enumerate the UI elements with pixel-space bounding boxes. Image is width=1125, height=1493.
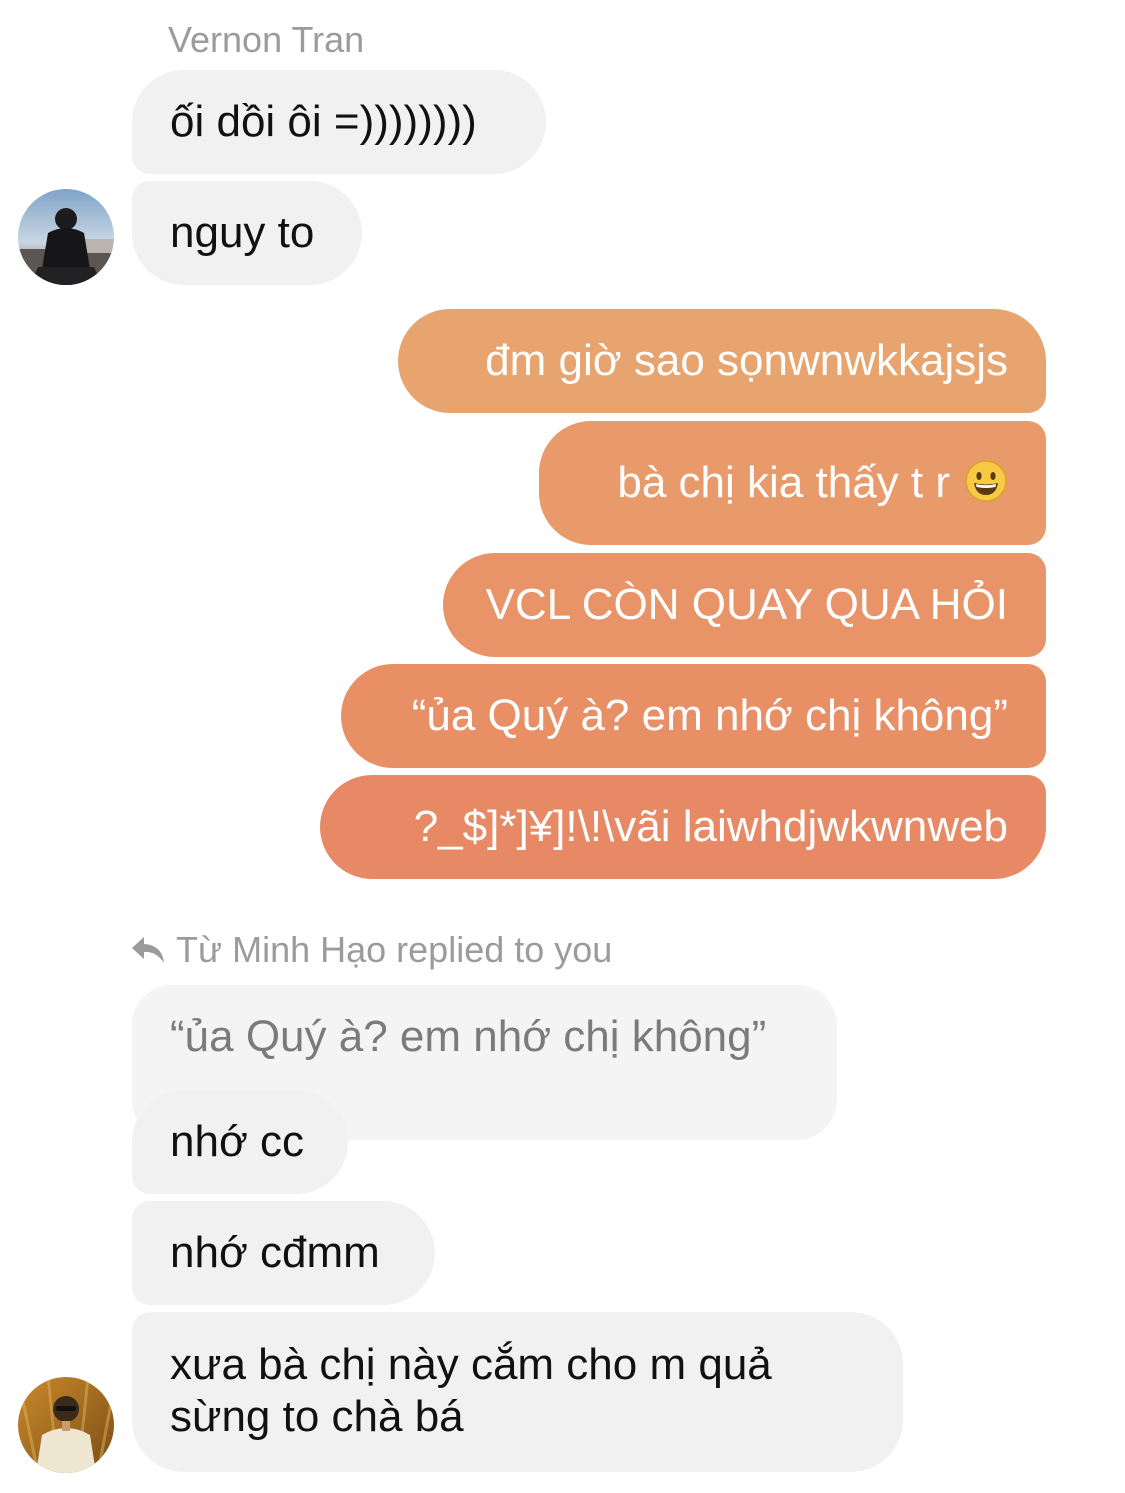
quoted-text: “ủa Quý à? em nhớ chị không” [170,1012,767,1061]
message-text-line: sừng to chà bá [170,1392,464,1441]
message-text: nguy to [170,208,315,257]
message-text: VCL CÒN QUAY QUA HỎI [485,580,1008,629]
message-text: ối dồi ôi =)))))))) [170,97,477,146]
message-text: nhớ cc [170,1117,305,1166]
avatar[interactable] [18,189,114,285]
reply-header-text: Từ Minh Hạo replied to you [176,929,613,970]
message-text: đm giờ sao sọnwnwkkajsjs [485,336,1008,385]
avatar-photo [18,1377,114,1473]
outgoing-message[interactable]: VCL CÒN QUAY QUA HỎI [443,553,1046,657]
reply-header: Từ Minh Hạo replied to you [130,928,612,972]
message-text-line: xưa bà chị này cắm cho m quả [170,1340,772,1389]
outgoing-message[interactable]: đm giờ sao sọnwnwkkajsjs [398,309,1046,413]
message-text: ?_$]*]¥]!\!\vãi laiwhdjwkwnweb [413,802,1008,851]
message-text: nhớ cđmm [170,1228,380,1277]
incoming-message[interactable]: nhớ cc [132,1090,348,1194]
incoming-message[interactable]: xưa bà chị này cắm cho m quả sừng to chà… [132,1312,903,1472]
outgoing-message[interactable]: bà chị kia thấy t r [539,421,1046,545]
incoming-message[interactable]: nguy to [132,181,362,285]
message-text: “ủa Quý à? em nhớ chị không” [411,691,1008,740]
avatar[interactable] [18,1377,114,1473]
outgoing-message[interactable]: ?_$]*]¥]!\!\vãi laiwhdjwkwnweb [320,775,1046,879]
grinning-face-emoji-icon [964,459,1008,503]
reply-arrow-icon [132,937,164,963]
avatar-photo [18,189,114,285]
incoming-message[interactable]: ối dồi ôi =)))))))) [132,70,546,174]
incoming-message[interactable]: nhớ cđmm [132,1201,435,1305]
outgoing-message[interactable]: “ủa Quý à? em nhớ chị không” [341,664,1046,768]
message-text: bà chị kia thấy t r [617,458,950,507]
sender-name: Vernon Tran [168,19,365,60]
